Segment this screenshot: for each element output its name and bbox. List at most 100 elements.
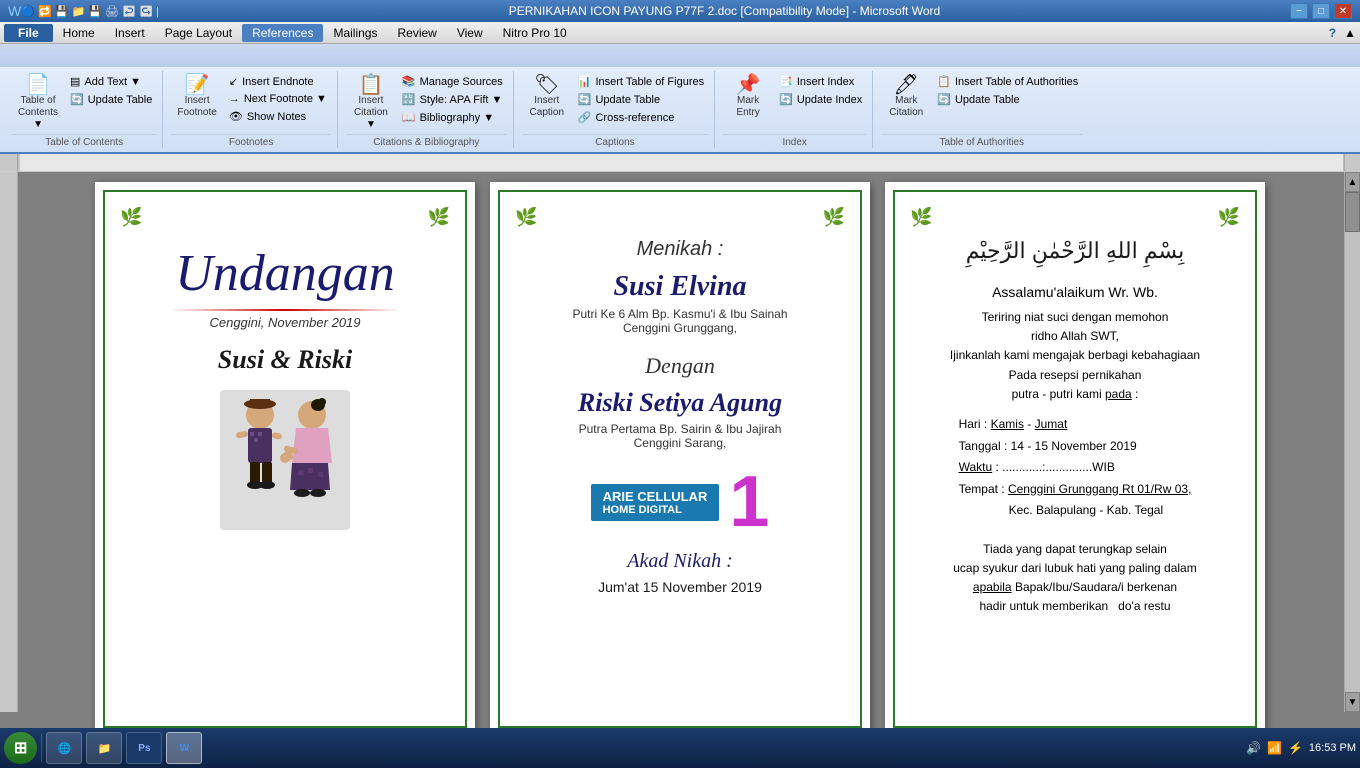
update-captions-button[interactable]: 🔄 Update Table	[574, 91, 708, 108]
close-button[interactable]: ✕	[1334, 3, 1352, 19]
taskbar-browser-icon[interactable]: 🌐	[46, 732, 82, 764]
index-group-label: Index	[723, 134, 866, 148]
card2-inner: 🌿🌿 Menikah : Susi Elvina Putri Ke 6 Alm …	[505, 197, 855, 721]
toc-secondary-buttons: ▤ Add Text ▼ 🔄 Update Table	[66, 73, 156, 108]
captions-group-label: Captions	[522, 134, 708, 148]
menu-references[interactable]: References	[242, 24, 323, 42]
help-icon[interactable]: ?	[1329, 26, 1336, 40]
citations-group: 📋 InsertCitation ▼ 📚 Manage Sources 🔡 St…	[340, 71, 514, 148]
toc-button[interactable]: 📄 Table ofContents ▼	[12, 73, 64, 132]
insert-toa-button[interactable]: 📋 Insert Table of Authorities	[933, 73, 1082, 90]
captions-group-content: 🏷 InsertCaption 📊 Insert Table of Figure…	[522, 71, 708, 134]
toc-group-content: 📄 Table ofContents ▼ ▤ Add Text ▼ 🔄 Upda…	[12, 71, 156, 134]
mark-citation-icon: 🖊	[894, 75, 919, 95]
mark-citation-button[interactable]: 🖊 MarkCitation	[881, 73, 931, 121]
taskbar-word-icon[interactable]: W	[166, 732, 202, 764]
update-toa-button[interactable]: 🔄 Update Table	[933, 91, 1082, 108]
next-footnote-button[interactable]: → Next Footnote ▼	[225, 91, 331, 107]
insert-index-button[interactable]: 📑 Insert Index	[775, 73, 866, 90]
menu-file[interactable]: File	[4, 24, 53, 42]
toc-icon: 📄	[26, 75, 51, 95]
system-clock: 16:53 PM	[1309, 742, 1356, 754]
invitation-card-3: 🌿🌿 بِسْمِ اللهِ الرَّحْمٰنِ الرَّحِيْمِ …	[885, 182, 1265, 736]
menu-nitro[interactable]: Nitro Pro 10	[493, 24, 577, 42]
ribbon: 📄 Table ofContents ▼ ▤ Add Text ▼ 🔄 Upda…	[0, 44, 1360, 154]
system-tray: 🔊 📶 ⚡ 16:53 PM	[1246, 741, 1356, 755]
index-group-content: 📌 MarkEntry 📑 Insert Index 🔄 Update Inde…	[723, 71, 866, 134]
card2-menikah: Menikah :	[637, 238, 724, 261]
card2-akad-label: Akad Nikah :	[627, 550, 733, 573]
card-inner: 🌿🌿 Undangan Cenggini, November 2019 Susi…	[110, 197, 460, 721]
index-secondary: 📑 Insert Index 🔄 Update Index	[775, 73, 866, 108]
minimize-button[interactable]: −	[1290, 3, 1308, 19]
cross-reference-button[interactable]: 🔗 Cross-reference	[574, 109, 708, 126]
title-bar: W 🔵 🔁 💾 📁 💾 🖨 ↩ ↪ | PERNIKAHAN ICON PAYU…	[0, 0, 1360, 22]
ribbon-content: 📄 Table ofContents ▼ ▤ Add Text ▼ 🔄 Upda…	[0, 67, 1360, 152]
card2-number: 1	[729, 466, 769, 538]
card1-names: Susi & Riski	[218, 345, 352, 375]
index-group: 📌 MarkEntry 📑 Insert Index 🔄 Update Inde…	[717, 71, 873, 148]
taskbar: ⊞ 🌐 📁 Ps W 🔊 📶 ⚡ 16:53 PM	[0, 728, 1360, 768]
card3-body: Teriring niat suci dengan memohon ridho …	[950, 308, 1200, 404]
mark-entry-icon: 📌	[736, 75, 761, 95]
insert-citation-button[interactable]: 📋 InsertCitation ▼	[346, 73, 396, 132]
bibliography-button[interactable]: 📖 Bibliography ▼	[398, 109, 507, 126]
card2-akad-date: Jum'at 15 November 2019	[598, 579, 762, 595]
menu-bar: File Home Insert Page Layout References …	[0, 22, 1360, 44]
captions-group: 🏷 InsertCaption 📊 Insert Table of Figure…	[516, 71, 715, 148]
caption-icon: 🏷	[534, 75, 559, 95]
menu-home[interactable]: Home	[53, 24, 105, 42]
menu-page-layout[interactable]: Page Layout	[155, 24, 242, 42]
card3-schedule: Hari : Kamis - Jumat Tanggal : 14 - 15 N…	[959, 414, 1192, 522]
menu-mailings[interactable]: Mailings	[323, 24, 387, 42]
start-button[interactable]: ⊞	[4, 732, 37, 764]
window-title: PERNIKAHAN ICON PAYUNG P77F 2.doc [Compa…	[159, 4, 1290, 18]
windows-logo: ⊞	[14, 738, 27, 758]
captions-secondary: 📊 Insert Table of Figures 🔄 Update Table…	[574, 73, 708, 126]
invitation-card-2: 🌿🌿 Menikah : Susi Elvina Putri Ke 6 Alm …	[490, 182, 870, 736]
taskbar-folder-icon[interactable]: 📁	[86, 732, 122, 764]
menu-view[interactable]: View	[447, 24, 493, 42]
ruler: for(let i=0;i<30;i++){ document.currentS…	[0, 154, 1360, 172]
menu-review[interactable]: Review	[387, 24, 446, 42]
citations-group-content: 📋 InsertCitation ▼ 📚 Manage Sources 🔡 St…	[346, 71, 507, 134]
tray-icon-3: ⚡	[1288, 741, 1303, 755]
footnotes-group-content: 📝 InsertFootnote ↙ Insert Endnote → Next…	[171, 71, 331, 134]
app-logo: W	[8, 3, 21, 19]
citations-group-label: Citations & Bibliography	[346, 134, 507, 148]
style-dropdown[interactable]: 🔡 Style: APA Fift ▼	[398, 91, 507, 108]
card2-bride-name: Susi Elvina	[613, 271, 746, 303]
ribbon-collapse-icon[interactable]: ▲	[1344, 26, 1356, 40]
manage-sources-button[interactable]: 📚 Manage Sources	[398, 73, 507, 90]
insert-footnote-button[interactable]: 📝 InsertFootnote	[171, 73, 222, 121]
footnotes-group-label: Footnotes	[171, 134, 331, 148]
tray-icon-1: 🔊	[1246, 741, 1261, 755]
insert-table-figures-button[interactable]: 📊 Insert Table of Figures	[574, 73, 708, 90]
taskbar-photoshop-icon[interactable]: Ps	[126, 732, 162, 764]
card2-dengan: Dengan	[645, 353, 715, 380]
toa-secondary: 📋 Insert Table of Authorities 🔄 Update T…	[933, 73, 1082, 108]
vertical-scrollbar[interactable]: ▲ ▼	[1344, 172, 1360, 712]
card3-inner: 🌿🌿 بِسْمِ اللهِ الرَّحْمٰنِ الرَّحِيْمِ …	[900, 197, 1250, 721]
insert-caption-button[interactable]: 🏷 InsertCaption	[522, 73, 572, 121]
maximize-button[interactable]: □	[1312, 3, 1330, 19]
mark-entry-button[interactable]: 📌 MarkEntry	[723, 73, 773, 121]
flower-top-3: 🌿🌿	[910, 207, 1240, 228]
update-toc-button[interactable]: 🔄 Update Table	[66, 91, 156, 108]
menu-insert[interactable]: Insert	[105, 24, 155, 42]
tray-icon-2: 📶	[1267, 741, 1282, 755]
toa-group: 🖊 MarkCitation 📋 Insert Table of Authori…	[875, 71, 1088, 148]
toc-group: 📄 Table ofContents ▼ ▤ Add Text ▼ 🔄 Upda…	[6, 71, 163, 148]
card2-bride-desc: Putri Ke 6 Alm Bp. Kasmu'i & Ibu Sainah …	[572, 307, 787, 335]
advertisement-row: ARIE CELLULAR HOME DIGITAL 1	[591, 466, 770, 538]
insert-endnote-button[interactable]: ↙ Insert Endnote	[225, 73, 331, 90]
ad-box: ARIE CELLULAR HOME DIGITAL	[591, 484, 720, 521]
card2-groom-name: Riski Setiya Agung	[578, 388, 782, 418]
add-text-button[interactable]: ▤ Add Text ▼	[66, 73, 156, 90]
update-index-button[interactable]: 🔄 Update Index	[775, 91, 866, 108]
window-controls[interactable]: − □ ✕	[1290, 3, 1352, 19]
citation-icon: 📋	[358, 75, 383, 95]
show-notes-button[interactable]: 👁 Show Notes	[225, 108, 331, 125]
card3-greeting: Assalamu'alaikum Wr. Wb.	[992, 284, 1158, 300]
arabic-text: بِسْمِ اللهِ الرَّحْمٰنِ الرَّحِيْمِ	[966, 238, 1184, 264]
